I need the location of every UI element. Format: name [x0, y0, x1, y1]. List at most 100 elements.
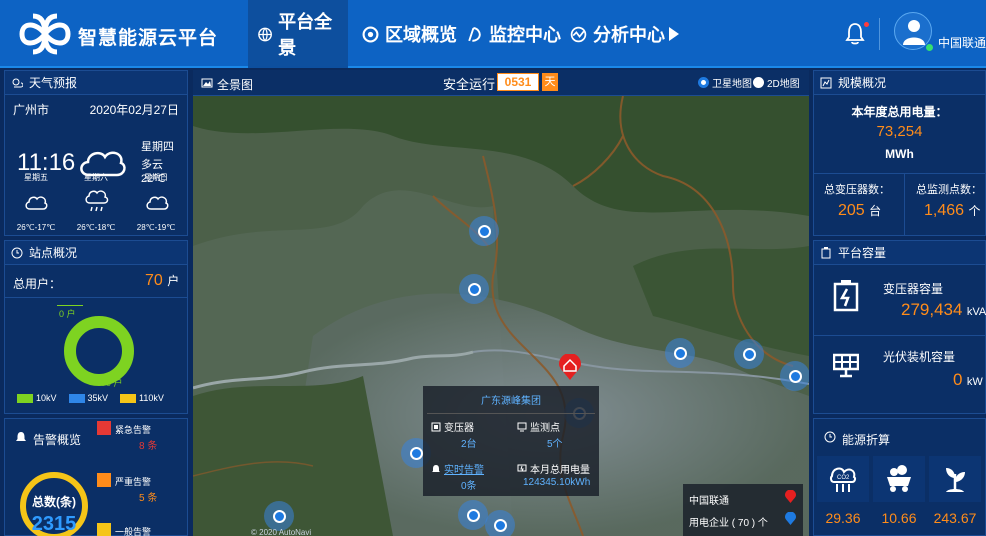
pv-capacity-label: 光伏装机容量: [883, 350, 956, 364]
legend-label: 35kV: [87, 393, 109, 403]
cloud-icon: [25, 196, 48, 210]
site-marker[interactable]: [469, 216, 499, 246]
panel-title: 规模概况: [838, 76, 887, 90]
site-marker[interactable]: [485, 510, 515, 536]
globe-icon: [258, 27, 272, 41]
donut-label: 0 户: [59, 309, 76, 319]
tab-label: 平台全景: [278, 12, 333, 58]
enterprise-marker-icon: [785, 512, 796, 525]
transformer-count-value: 205: [838, 202, 865, 219]
transformer-row: 变压器: [431, 419, 474, 434]
2d-map-option[interactable]: 2D地图: [753, 75, 800, 90]
power-icon: [517, 464, 527, 471]
radio-checked: [698, 77, 709, 88]
site-info-popup[interactable]: 广东源峰集团 变压器 2台 监测点 5个 实时告警 0条 本月总用电量 1243…: [423, 386, 599, 496]
site-marker[interactable]: [780, 361, 809, 391]
chart-icon: [820, 77, 832, 88]
site-marker[interactable]: [264, 501, 294, 531]
site-marker[interactable]: [458, 500, 488, 530]
china-unicom-logo[interactable]: [14, 10, 76, 58]
forecast-day: 星期五: [24, 173, 48, 182]
alarm-row[interactable]: 实时告警: [431, 461, 484, 476]
monitor-icon: [468, 26, 481, 42]
co2-value: 29.36: [825, 510, 861, 526]
user-icon: [903, 20, 925, 45]
panel-title: 告警概览: [33, 433, 82, 447]
alarm-total-value: 2315: [31, 513, 77, 535]
safe-run-unit: 天: [542, 73, 558, 91]
energy-icon: [824, 431, 836, 443]
safe-run-days: 0531: [497, 73, 539, 91]
alarm-value: 8 条: [139, 441, 158, 452]
legend-label: 110kV: [139, 393, 164, 403]
legend-10kv[interactable]: 10kV: [17, 393, 57, 403]
stations-donut-chart[interactable]: [61, 313, 137, 389]
alarm-value: 0条: [461, 481, 477, 492]
pv-capacity-value: 0: [953, 370, 963, 389]
tab-label: 监控中心: [489, 25, 561, 45]
scale-panel-header: 规模概况: [814, 71, 985, 95]
transformer-capacity-value: 279,434: [901, 300, 963, 319]
site-marker[interactable]: [459, 274, 489, 304]
tab-analysis-center[interactable]: 分析中心: [560, 0, 675, 68]
transformer-capacity-row: 变压器容量 279,434 kVA: [813, 264, 986, 336]
bell-icon: [432, 464, 440, 472]
popup-label: 监测点: [530, 423, 560, 434]
tree-tile: [929, 456, 981, 502]
pv-capacity-row: 光伏装机容量 0 kW: [813, 338, 986, 410]
chevron-right-icon[interactable]: [668, 27, 680, 41]
forecast-day: 星期日: [144, 173, 168, 182]
power-row: 本月总用电量: [517, 461, 590, 476]
alarm-label: 一般告警: [115, 527, 152, 536]
alarm-total-label: 总数(条): [32, 495, 76, 509]
home-marker-icon[interactable]: [559, 354, 581, 380]
tab-platform-overview[interactable]: 平台全景: [248, 0, 348, 68]
forecast-range: 26℃-18℃: [76, 223, 116, 232]
popup-link[interactable]: 实时告警: [444, 461, 484, 476]
unit: kVA: [966, 306, 986, 318]
map-copyright: © 2020 AutoNavi: [251, 528, 312, 536]
coal-value: 10.66: [881, 510, 917, 526]
total-users: 70 户: [145, 272, 179, 290]
annual-usage-value: 73,254: [876, 123, 923, 140]
legend-110kv[interactable]: 110kV: [120, 393, 164, 403]
popup-label: 变压器: [444, 423, 474, 434]
annual-usage-unit: MWh: [885, 147, 914, 161]
energy-panel-header: 能源折算: [824, 431, 890, 448]
stations-legend: 10kV 35kV 110kV: [17, 393, 164, 403]
divider: [904, 173, 905, 235]
forecast-day: 星期六: [84, 173, 108, 182]
legend-35kv[interactable]: 35kV: [68, 393, 109, 403]
site-marker[interactable]: [734, 339, 764, 369]
leader-line: [57, 305, 83, 306]
unit: 户: [167, 274, 180, 288]
site-marker[interactable]: [665, 338, 695, 368]
weather-panel-header: 天气预报: [5, 71, 187, 95]
annual-usage-label: 本年度总用电量：: [851, 105, 948, 119]
analysis-icon: [570, 26, 587, 42]
bell-icon[interactable]: [845, 22, 865, 46]
tab-monitor-center[interactable]: 监控中心: [456, 0, 571, 68]
transformer-capacity-label: 变压器容量: [883, 282, 944, 296]
tab-region-overview[interactable]: 区域概览: [352, 0, 467, 68]
svg-text:CO2: CO2: [837, 475, 850, 481]
weekday: 星期四: [141, 141, 174, 153]
app-root: 智慧能源云平台 平台全景 区域概览 监控中心 分析中心 中国联通 天气预报 广州…: [0, 0, 986, 536]
alarm-value: 5 条: [139, 493, 158, 504]
forecast-range: 28℃-19℃: [136, 223, 176, 232]
radio-unchecked: [753, 77, 764, 88]
home-marker-icon: [785, 490, 796, 503]
clock-icon: [11, 247, 23, 258]
username[interactable]: 中国联通: [938, 34, 986, 51]
notification-dot: [864, 22, 869, 27]
tree-value: 243.67: [933, 510, 977, 526]
map-legend: 中国联通 用电企业 ( 70 ) 个: [683, 484, 803, 536]
satellite-map-option[interactable]: 卫星地图: [698, 75, 752, 90]
tab-label: 区域概览: [385, 25, 457, 45]
unit: 台: [869, 204, 882, 218]
popup-title[interactable]: 广东源峰集团: [423, 392, 599, 407]
alarms-panel: 告警概览 总数(条) 2315 紧急告警 8 条 严重告警 5 条 一般告警: [4, 418, 188, 536]
unit: 个: [968, 204, 981, 218]
coal-icon: [887, 465, 911, 492]
alarm-swatch: [97, 473, 111, 487]
